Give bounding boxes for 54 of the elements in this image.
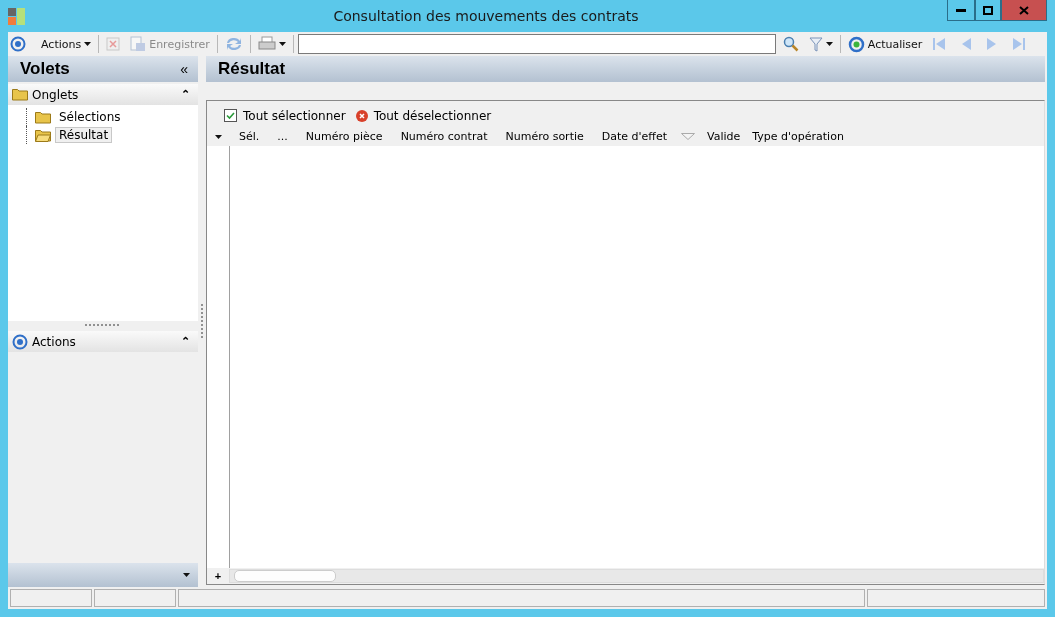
column-header[interactable]: Date d'effet — [601, 130, 667, 143]
collapse-button[interactable]: ⌃ — [181, 336, 190, 347]
section-title: Actions — [32, 334, 77, 349]
close-button[interactable] — [1001, 0, 1047, 21]
funnel-icon — [808, 36, 823, 52]
checkbox-icon — [224, 109, 237, 122]
document-icon — [130, 36, 147, 52]
refresh-button[interactable]: Actualiser — [844, 33, 926, 55]
folder-icon — [35, 110, 51, 124]
minimize-icon — [956, 8, 966, 12]
minimize-button[interactable] — [947, 0, 975, 21]
search-icon — [782, 36, 799, 52]
column-header[interactable]: Sél. — [239, 130, 260, 143]
section-header[interactable]: Onglets ⌃ — [8, 84, 198, 105]
deselect-all-button[interactable]: Tout déselectionner — [352, 108, 495, 123]
select-all-button[interactable]: Tout sélectionner — [221, 108, 349, 123]
column-header[interactable]: ... — [277, 130, 288, 143]
printer-icon — [257, 36, 276, 52]
target-icon — [10, 36, 26, 52]
close-icon — [1019, 5, 1029, 15]
tree-item[interactable]: Sélections — [55, 109, 125, 125]
collapse-button[interactable]: « — [178, 61, 190, 77]
column-header[interactable]: Numéro pièce — [305, 130, 383, 143]
caret-icon — [214, 134, 222, 139]
add-row-button[interactable]: + — [207, 570, 229, 582]
caret-icon — [84, 42, 92, 46]
clear-icon — [355, 109, 368, 122]
caret-icon — [825, 42, 833, 46]
content-title: Résultat — [218, 59, 287, 79]
section-title: Onglets — [32, 87, 80, 102]
refresh-icon — [847, 35, 865, 53]
maximize-icon — [983, 5, 993, 15]
collapse-button[interactable]: ⌃ — [181, 89, 190, 100]
caret-icon — [183, 573, 190, 577]
last-page-icon — [1010, 37, 1027, 51]
sync-icon — [224, 36, 243, 52]
delete-icon — [106, 37, 121, 51]
open-folder-icon — [35, 128, 51, 142]
folder-icon — [12, 88, 28, 101]
window-title: Consultation des mouvements des contrats — [333, 8, 639, 24]
search-field[interactable] — [297, 34, 776, 54]
app-logo-icon — [8, 7, 25, 25]
tree-item[interactable]: Résultat — [55, 127, 113, 143]
column-header[interactable]: Type d'opération — [752, 130, 844, 143]
column-header[interactable]: Numéro contrat — [400, 130, 488, 143]
panel-title: Volets — [20, 59, 71, 79]
section-header[interactable]: Actions ⌃ — [8, 331, 198, 352]
actions-menu[interactable]: Actions — [38, 33, 95, 55]
column-header[interactable]: Numéro sortie — [505, 130, 584, 143]
caret-icon — [278, 42, 286, 46]
filter-icon[interactable] — [681, 133, 695, 140]
target-icon — [12, 333, 28, 350]
horizontal-scrollbar[interactable] — [229, 569, 1044, 583]
column-header[interactable]: Valide — [707, 130, 741, 143]
